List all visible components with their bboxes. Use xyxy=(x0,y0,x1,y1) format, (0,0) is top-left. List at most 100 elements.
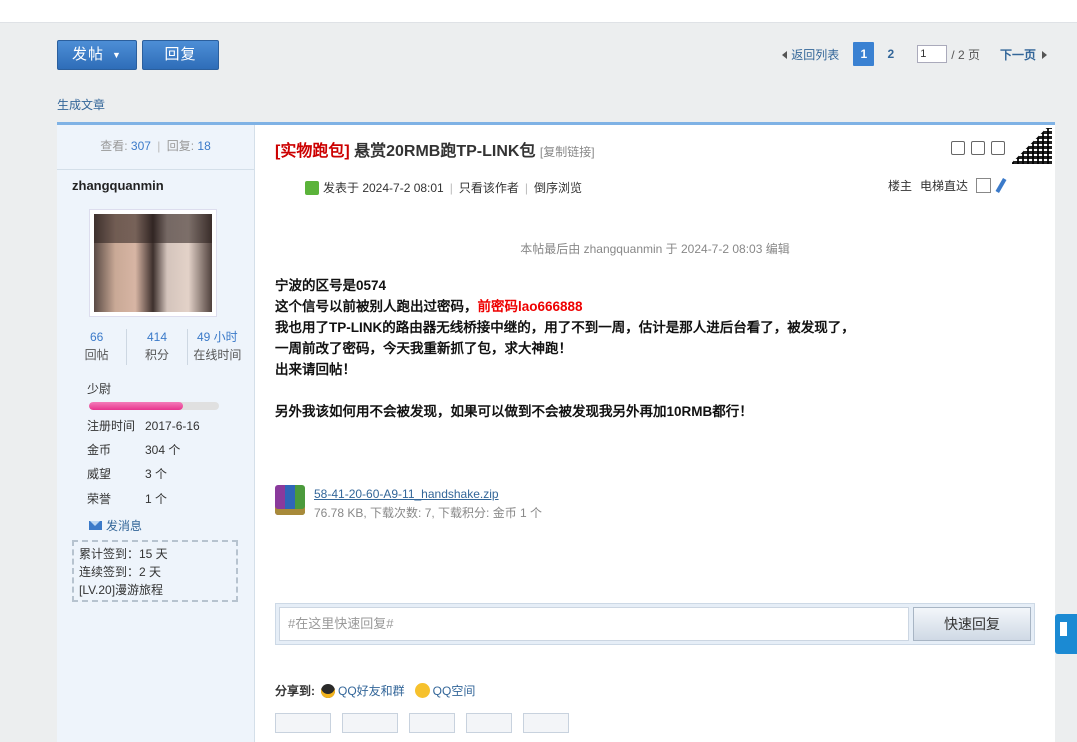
detail-value: 3 个 xyxy=(145,467,168,481)
edit-note: 本帖最后由 zhangquanmin 于 2024-7-2 08:03 编辑 xyxy=(520,242,790,256)
author-sidebar: 查看: 307 | 回复: 18 zhangquanmin 66 回帖 414 … xyxy=(57,125,255,742)
quick-reply-button[interactable]: 快速回复 xyxy=(913,607,1031,641)
next-page-label: 下一页 xyxy=(999,47,1036,62)
zip-file-icon xyxy=(275,485,305,515)
detail-coins: 金币 304 个 xyxy=(87,441,247,459)
floor-jump-input[interactable] xyxy=(976,178,991,193)
back-to-list-label: 返回列表 xyxy=(791,47,840,62)
page-2-link[interactable]: 2 xyxy=(880,42,901,66)
thread-panel: 查看: 307 | 回复: 18 zhangquanmin 66 回帖 414 … xyxy=(57,122,1055,742)
rank-progress-fill xyxy=(89,402,183,410)
avatar-image xyxy=(94,214,212,312)
new-post-button[interactable]: 发帖 ▼ xyxy=(57,40,137,70)
stat-online-time[interactable]: 49 小时 在线时间 xyxy=(186,329,247,365)
content-line: 出来请回帖！ xyxy=(275,362,356,377)
author-name-link[interactable]: zhangquanmin xyxy=(72,178,164,193)
elevator-label: 电梯直达 xyxy=(919,179,968,193)
views-count: 307 xyxy=(130,139,151,153)
content-line: 一周前改了密码，今天我重新抓了包，求大神跑！ xyxy=(275,341,572,356)
next-thread-icon[interactable] xyxy=(991,141,1005,155)
stat-points[interactable]: 414 积分 xyxy=(126,329,186,365)
qzone-icon xyxy=(414,683,430,698)
triangle-right-icon xyxy=(1042,50,1047,59)
meta-divider: | xyxy=(449,180,453,195)
send-message-link[interactable]: 发消息 xyxy=(89,517,142,534)
print-icon[interactable] xyxy=(951,141,965,155)
content-line: 这个信号以前被别人跑出过密码，前密码lao666888 xyxy=(275,296,855,317)
prev-thread-icon[interactable] xyxy=(971,141,985,155)
page-total: / 2 页 xyxy=(951,47,980,62)
reply-button[interactable]: 回复 xyxy=(142,40,219,70)
content-line: 另外我该如何用不会被发现，如果可以做到不会被发现我另外再加10RMB都行！ xyxy=(275,404,753,419)
support-button[interactable] xyxy=(409,713,455,733)
share-qq-link[interactable]: QQ好友和群 xyxy=(338,682,405,699)
qq-icon xyxy=(321,683,335,698)
post-action-buttons xyxy=(275,713,569,733)
author-stats: 66 回帖 414 积分 49 小时 在线时间 xyxy=(67,329,247,365)
triangle-left-icon xyxy=(782,50,788,59)
quick-reply-box: #在这里快速回复# 快速回复 xyxy=(275,603,1035,645)
detail-key: 威望 xyxy=(87,467,112,481)
post-meta: 发表于 2024-7-2 08:01 | 只看该作者 | 倒序浏览 xyxy=(305,179,582,196)
reverse-view-link[interactable]: 倒序浏览 xyxy=(534,179,582,196)
only-author-link[interactable]: 只看该作者 xyxy=(459,179,519,196)
post-title-text: 悬赏20RMB跑TP-LINK包 xyxy=(354,143,536,160)
copy-link-button[interactable]: [复制链接] xyxy=(540,145,595,159)
floor-label: 楼主 xyxy=(887,179,912,193)
quick-reply-input[interactable]: #在这里快速回复# xyxy=(279,607,909,641)
post-title: [实物跑包] 悬赏20RMB跑TP-LINK包 [复制链接] xyxy=(275,137,595,161)
author-rank[interactable]: 少尉 xyxy=(87,380,111,397)
detail-prestige: 威望 3 个 xyxy=(87,465,247,483)
new-post-label: 发帖 xyxy=(72,46,105,63)
pager: 返回列表 1 2 1 / 2 页 下一页 xyxy=(782,40,1047,68)
thread-stats: 查看: 307 | 回复: 18 xyxy=(57,125,254,170)
post-category-link[interactable]: [实物跑包] xyxy=(275,143,350,160)
detail-register-date: 注册时间 2017-6-16 xyxy=(87,417,247,435)
share-button[interactable] xyxy=(342,713,398,733)
jump-arrow-icon[interactable] xyxy=(995,178,1007,193)
report-button[interactable] xyxy=(523,713,569,733)
share-qzone-link[interactable]: QQ空间 xyxy=(433,682,476,699)
generate-article-link[interactable]: 生成文章 xyxy=(57,96,105,113)
stats-separator: | xyxy=(157,139,161,153)
stat-label: 在线时间 xyxy=(193,348,242,362)
detail-value: 1 个 xyxy=(145,492,168,506)
detail-key: 金币 xyxy=(87,443,112,457)
avatar[interactable] xyxy=(89,209,217,317)
next-page-link[interactable]: 下一页 xyxy=(1000,46,1047,63)
stat-label: 回帖 xyxy=(84,348,109,362)
floor-tools: 楼主 电梯直达 xyxy=(887,177,1007,194)
post-body: [实物跑包] 悬赏20RMB跑TP-LINK包 [复制链接] 发表于 2024-… xyxy=(255,125,1055,742)
detail-key: 荣誉 xyxy=(87,492,112,506)
signin-level: [LV.20]漫游旅程 xyxy=(79,583,164,597)
page-1-link[interactable]: 1 xyxy=(853,42,875,66)
signin-box: 累计签到：15 天 连续签到：2 天 [LV.20]漫游旅程 xyxy=(72,540,238,602)
stat-value: 414 xyxy=(146,330,167,344)
share-bar: 分享到: QQ好友和群 QQ空间 xyxy=(275,682,475,699)
signin-streak: 连续签到：2 天 xyxy=(79,565,162,579)
qr-code-icon[interactable] xyxy=(1012,128,1052,164)
title-icons xyxy=(951,141,1005,155)
rank-progress-bar xyxy=(89,402,219,410)
back-to-list-link[interactable]: 返回列表 xyxy=(782,46,839,63)
stat-label: 积分 xyxy=(144,348,169,362)
stat-value: 49 小时 xyxy=(196,330,238,344)
replies-count: 18 xyxy=(197,139,211,153)
stat-posts[interactable]: 66 回帖 xyxy=(67,329,126,365)
content-line: 我也用了TP-LINK的路由器无线桥接中继的，用了不到一周，估计是那人进后台看了… xyxy=(275,320,855,335)
page-jump-input[interactable]: 1 xyxy=(917,45,948,63)
reply-label: 回复 xyxy=(164,46,197,63)
back-to-top-button[interactable] xyxy=(1055,614,1077,654)
top-bar xyxy=(0,0,1077,23)
old-password-text: 前密码lao666888 xyxy=(477,299,583,314)
attachment-info: 76.78 KB, 下载次数: 7, 下载积分: 金币 1 个 xyxy=(314,506,543,520)
detail-key: 注册时间 xyxy=(87,419,136,433)
favorite-button[interactable] xyxy=(275,713,331,733)
views-label: 查看: xyxy=(100,139,128,153)
chevron-down-icon: ▼ xyxy=(112,50,122,60)
attachment-link[interactable]: 58-41-20-60-A9-11_handshake.zip xyxy=(314,487,499,501)
share-label: 分享到: xyxy=(275,684,315,698)
detail-honor: 荣誉 1 个 xyxy=(87,490,247,508)
oppose-button[interactable] xyxy=(466,713,512,733)
